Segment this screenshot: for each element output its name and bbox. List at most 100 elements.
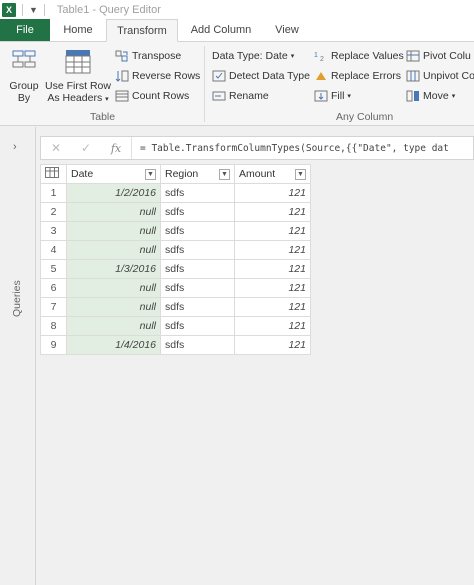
table-group-label: Table: [90, 111, 116, 123]
select-all-corner[interactable]: [40, 164, 67, 184]
row-number[interactable]: 1: [40, 183, 67, 203]
amount-cell[interactable]: 121: [234, 316, 311, 336]
rename-button[interactable]: Rename: [212, 90, 269, 102]
reverse-rows-icon: [115, 70, 129, 82]
transpose-icon: [115, 50, 128, 62]
tab-file[interactable]: File: [0, 19, 50, 41]
rename-icon: [212, 91, 226, 101]
amount-cell[interactable]: 121: [234, 202, 311, 222]
replace-errors-button[interactable]: Replace Errors: [314, 70, 401, 82]
move-dropdown[interactable]: Move ▾: [406, 90, 455, 102]
fill-dropdown[interactable]: Fill ▾: [314, 90, 351, 102]
commit-formula-button[interactable]: ✓: [71, 137, 101, 159]
date-cell[interactable]: null: [66, 297, 161, 317]
check-icon: ✓: [80, 141, 92, 155]
filter-dropdown-icon[interactable]: ▼: [145, 168, 156, 180]
region-cell[interactable]: sdfs: [160, 240, 235, 260]
data-grid-area: Date ▼ Region ▼ Amount ▼ 1 1/2/2016 sdfs 12…: [40, 164, 474, 585]
date-cell[interactable]: null: [66, 202, 161, 222]
close-icon: ✕: [50, 141, 62, 155]
date-cell[interactable]: null: [66, 278, 161, 298]
use-first-row-as-headers-button[interactable]: Use First Row As Headers ▾: [44, 48, 112, 106]
excel-logo-icon: X: [2, 3, 16, 17]
date-cell[interactable]: 1/2/2016: [66, 183, 161, 203]
insert-function-button[interactable]: fx: [101, 137, 131, 159]
title-bar: X ▼ Table1 - Query Editor: [0, 0, 474, 20]
row-number[interactable]: 7: [40, 297, 67, 317]
column-header-amount[interactable]: Amount ▼: [234, 164, 311, 184]
region-cell[interactable]: sdfs: [160, 335, 235, 355]
replace-values-button[interactable]: 12 Replace Values: [314, 50, 404, 62]
cancel-formula-button[interactable]: ✕: [41, 137, 71, 159]
queries-pane: › Queries: [0, 127, 36, 585]
amount-cell[interactable]: 121: [234, 297, 311, 317]
tab-transform[interactable]: Transform: [106, 19, 178, 42]
group-by-label-2: By: [17, 92, 31, 104]
data-grid: Date ▼ Region ▼ Amount ▼ 1 1/2/2016 sdfs 12…: [40, 164, 311, 355]
formula-bar: ✕ ✓ fx = Table.TransformColumnTypes(Sour…: [40, 136, 474, 160]
formula-input[interactable]: = Table.TransformColumnTypes(Source,{{"D…: [132, 143, 473, 154]
table-icon: [45, 167, 59, 178]
group-by-icon: [12, 50, 36, 68]
amount-cell[interactable]: 121: [234, 278, 311, 298]
amount-cell[interactable]: 121: [234, 240, 311, 260]
date-cell[interactable]: null: [66, 221, 161, 241]
tab-home[interactable]: Home: [50, 19, 106, 41]
date-cell[interactable]: 1/3/2016: [66, 259, 161, 279]
transpose-button[interactable]: Transpose: [115, 50, 181, 62]
tab-add-column[interactable]: Add Column: [178, 19, 264, 41]
filter-dropdown-icon[interactable]: ▼: [295, 168, 306, 180]
region-cell[interactable]: sdfs: [160, 316, 235, 336]
data-type-dropdown[interactable]: Data Type: Date ▾: [212, 50, 294, 62]
svg-text:1: 1: [314, 52, 318, 59]
detect-data-type-icon: [212, 70, 226, 82]
row-number[interactable]: 8: [40, 316, 67, 336]
use-first-row-label-1: Use First Row: [45, 80, 111, 92]
reverse-rows-button[interactable]: Reverse Rows: [115, 70, 200, 82]
divider: [43, 4, 45, 16]
any-column-group-label: Any Column: [336, 111, 394, 123]
replace-values-icon: 12: [314, 52, 324, 62]
chevron-down-icon: ▾: [105, 96, 109, 103]
fill-down-icon: [314, 90, 328, 102]
row-number[interactable]: 2: [40, 202, 67, 222]
unpivot-columns-button[interactable]: Unpivot Co: [406, 70, 474, 82]
row-number[interactable]: 4: [40, 240, 67, 260]
amount-cell[interactable]: 121: [234, 335, 311, 355]
region-cell[interactable]: sdfs: [160, 221, 235, 241]
date-cell[interactable]: null: [66, 316, 161, 336]
queries-label[interactable]: Queries: [11, 280, 23, 317]
row-number[interactable]: 9: [40, 335, 67, 355]
filter-dropdown-icon[interactable]: ▼: [219, 168, 230, 180]
date-cell[interactable]: null: [66, 240, 161, 260]
replace-errors-icon: [316, 72, 326, 80]
unpivot-columns-icon: [406, 70, 420, 82]
column-header-date[interactable]: Date ▼: [66, 164, 161, 184]
amount-cell[interactable]: 121: [234, 221, 311, 241]
detect-data-type-button[interactable]: Detect Data Type: [212, 70, 310, 82]
region-cell[interactable]: sdfs: [160, 259, 235, 279]
divider: [22, 4, 23, 16]
amount-cell[interactable]: 121: [234, 259, 311, 279]
row-number[interactable]: 5: [40, 259, 67, 279]
expand-queries-chevron-icon[interactable]: ›: [13, 141, 17, 153]
region-cell[interactable]: sdfs: [160, 297, 235, 317]
region-cell[interactable]: sdfs: [160, 202, 235, 222]
region-cell[interactable]: sdfs: [160, 278, 235, 298]
quick-access-dropdown-icon[interactable]: ▼: [29, 5, 38, 15]
table-row: 5 1/3/2016 sdfs 121: [40, 259, 311, 279]
pivot-column-button[interactable]: Pivot Colu: [406, 50, 471, 62]
pivot-column-icon: [406, 50, 420, 62]
svg-text:2: 2: [320, 56, 324, 62]
row-number[interactable]: 3: [40, 221, 67, 241]
group-by-button[interactable]: Group By: [6, 48, 42, 104]
group-by-label-1: Group: [9, 80, 39, 92]
row-number[interactable]: 6: [40, 278, 67, 298]
region-cell[interactable]: sdfs: [160, 183, 235, 203]
tab-view[interactable]: View: [264, 19, 310, 41]
amount-cell[interactable]: 121: [234, 183, 311, 203]
move-icon: [406, 90, 419, 102]
date-cell[interactable]: 1/4/2016: [66, 335, 161, 355]
column-header-region[interactable]: Region ▼: [160, 164, 235, 184]
count-rows-button[interactable]: Count Rows: [115, 90, 189, 102]
